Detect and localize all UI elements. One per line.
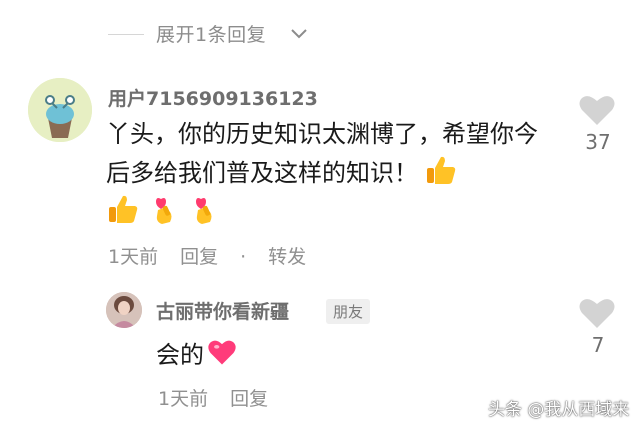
expand-replies-label[interactable]: 展开1条回复 [156, 20, 266, 47]
comment-time: 1天前 [108, 246, 159, 268]
reply-text: 会的 [156, 335, 238, 370]
comment-text: 丫头，你的历史知识太渊博了，希望你今后多给我们普及这样的知识！ [106, 116, 546, 192]
reply-like-count: 7 [591, 333, 605, 357]
chevron-down-icon[interactable] [288, 22, 310, 44]
finger-heart-icon [196, 198, 212, 224]
share-button[interactable]: 转发 [268, 246, 306, 268]
thumbs-up-icon [427, 156, 456, 184]
reply-avatar-image [106, 292, 142, 328]
heart-icon [208, 340, 236, 365]
finger-heart-icon [156, 198, 172, 224]
reply-time: 1天前 [158, 388, 209, 410]
like-count: 37 [585, 130, 611, 154]
heart-like-icon[interactable] [578, 93, 616, 127]
avatar[interactable] [28, 78, 92, 142]
comment-username[interactable]: 用户7156909136123 [108, 84, 318, 111]
meta-separator: · [240, 246, 247, 268]
friend-badge: 朋友 [326, 299, 371, 324]
reply-button[interactable]: 回复 [180, 246, 218, 268]
comment-text-body: 丫头，你的历史知识太渊博了，希望你今后多给我们普及这样的知识！ [106, 120, 538, 187]
heart-like-icon[interactable] [578, 296, 616, 330]
watermark: 头条 @我从西域来 [488, 400, 630, 420]
comment-meta: 1天前 回复 · 转发 [108, 242, 328, 269]
reply-meta: 1天前 回复 [158, 384, 290, 411]
reply-text-body: 会的 [156, 341, 204, 369]
thumbs-up-icon [109, 195, 138, 223]
reply-username[interactable]: 古丽带你看新疆 [156, 297, 289, 324]
reply-avatar[interactable] [106, 292, 142, 328]
avatar-image [28, 78, 92, 142]
expand-divider [108, 34, 144, 35]
reply-reply-button[interactable]: 回复 [230, 388, 268, 410]
emoji-row [106, 192, 226, 226]
